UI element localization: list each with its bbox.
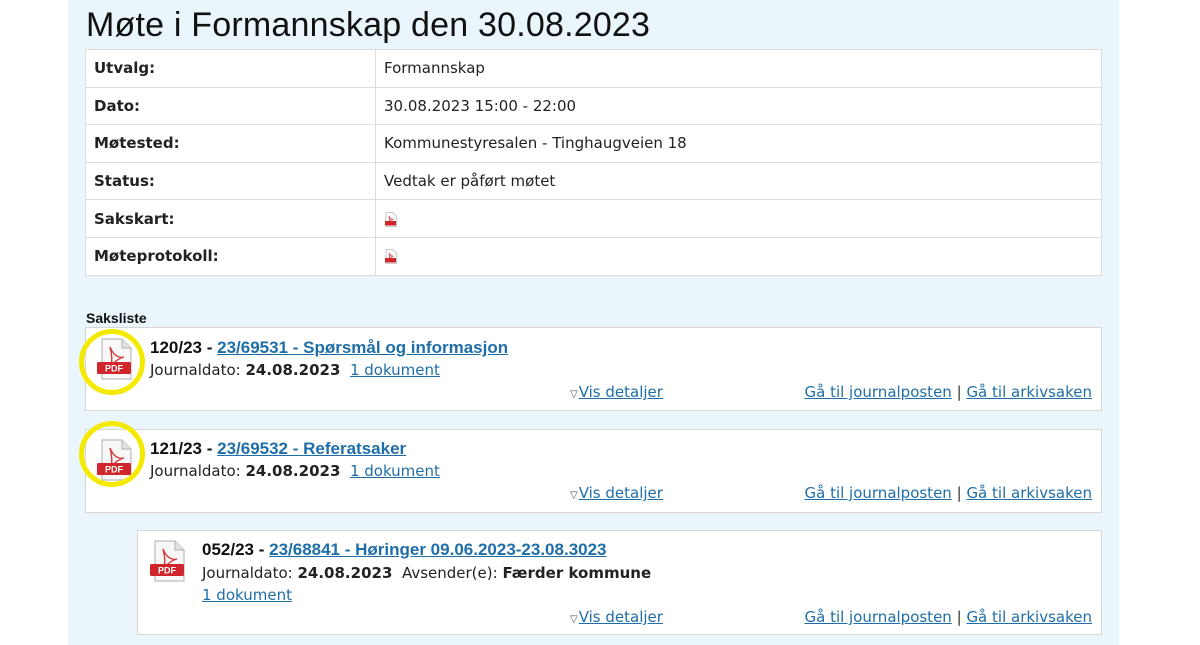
link-separator: | [956, 608, 962, 626]
case-meta: Journaldato: 24.08.2023 1 dokument [150, 361, 440, 379]
info-label: Møtested: [85, 124, 376, 163]
case-dash: - [202, 338, 218, 357]
archive-case-link[interactable]: Gå til arkivsaken [966, 383, 1092, 401]
pdf-label: PDF [105, 364, 124, 374]
case-dash: - [202, 439, 218, 458]
sender-label: Avsender(e): [401, 564, 498, 582]
link-separator: | [956, 484, 962, 502]
info-value: Formannskap [375, 49, 1102, 88]
journal-label: Journaldato: [150, 361, 241, 379]
meeting-info-table: Utvalg: Formannskap Dato: 30.08.2023 15:… [85, 49, 1102, 276]
sender-value: Færder kommune [502, 564, 652, 582]
pdf-label: PDF [105, 465, 124, 475]
journal-date: 24.08.2023 [245, 462, 341, 480]
case-number: 052/23 [202, 540, 254, 559]
pdf-icon[interactable]: PDF [149, 540, 187, 582]
case-dash: - [254, 540, 270, 559]
info-label: Status: [85, 161, 376, 201]
case-number: 120/23 [150, 338, 202, 357]
table-row: Sakskart: [85, 199, 1102, 238]
triangle-down-icon: ▽ [570, 389, 578, 400]
journal-post-link[interactable]: Gå til journalposten [804, 484, 951, 502]
documents-link[interactable]: 1 dokument [202, 586, 292, 604]
info-label: Sakskart: [85, 199, 376, 238]
table-row: Møtested: Kommunestyresalen - Tinghaugve… [85, 124, 1102, 163]
documents-link[interactable]: 1 dokument [350, 361, 440, 379]
case-number: 121/23 [150, 439, 202, 458]
info-label: Utvalg: [85, 49, 376, 88]
link-separator: | [956, 383, 962, 401]
documents-link[interactable]: 1 dokument [350, 462, 440, 480]
case-heading: 120/23 - 23/69531 - Spørsmål og informas… [150, 338, 508, 358]
journal-post-link[interactable]: Gå til journalposten [804, 608, 951, 626]
pdf-icon[interactable]: PDF [96, 439, 134, 481]
details-link[interactable]: Vis detaljer [579, 608, 663, 626]
case-link[interactable]: 23/69531 - Spørsmål og informasjon [217, 338, 508, 357]
case-documents: 1 dokument [202, 586, 292, 604]
info-value [375, 236, 1102, 276]
case-item: PDF 121/23 - 23/69532 - Referatsaker Jou… [85, 429, 1102, 513]
case-link[interactable]: 23/68841 - Høringer 09.06.2023-23.08.302… [269, 540, 606, 559]
journal-label: Journaldato: [202, 564, 293, 582]
saksliste-heading: Saksliste [86, 310, 147, 326]
table-row: Dato: 30.08.2023 15:00 - 22:00 [85, 86, 1102, 126]
info-label: Dato: [85, 86, 376, 126]
table-row: Utvalg: Formannskap [85, 49, 1102, 88]
details-toggle[interactable]: ▽Vis detaljer [570, 608, 663, 626]
case-item: PDF 120/23 - 23/69531 - Spørsmål og info… [85, 327, 1102, 411]
archive-case-link[interactable]: Gå til arkivsaken [966, 484, 1092, 502]
info-label: Møteprotokoll: [85, 236, 376, 276]
case-links: Gå til journalposten | Gå til arkivsaken [804, 608, 1092, 626]
info-value: Vedtak er påført møtet [375, 161, 1102, 201]
pdf-label: PDF [158, 566, 177, 576]
case-links: Gå til journalposten | Gå til arkivsaken [804, 383, 1092, 401]
moteprotokoll-pdf-icon[interactable] [384, 249, 398, 265]
case-link[interactable]: 23/69532 - Referatsaker [217, 439, 406, 458]
archive-case-link[interactable]: Gå til arkivsaken [966, 608, 1092, 626]
triangle-down-icon: ▽ [570, 614, 578, 625]
journal-post-link[interactable]: Gå til journalposten [804, 383, 951, 401]
details-toggle[interactable]: ▽Vis detaljer [570, 484, 663, 502]
page-title: Møte i Formannskap den 30.08.2023 [86, 6, 651, 44]
case-heading: 052/23 - 23/68841 - Høringer 09.06.2023-… [202, 540, 607, 560]
sakskart-pdf-icon[interactable] [384, 211, 398, 227]
case-item: PDF 052/23 - 23/68841 - Høringer 09.06.2… [137, 530, 1102, 635]
info-value: Kommunestyresalen - Tinghaugveien 18 [375, 124, 1102, 163]
table-row: Møteprotokoll: [85, 236, 1102, 276]
info-value [375, 199, 1102, 238]
info-value: 30.08.2023 15:00 - 22:00 [375, 86, 1102, 126]
case-meta: Journaldato: 24.08.2023 Avsender(e): Fær… [202, 564, 651, 582]
case-links: Gå til journalposten | Gå til arkivsaken [804, 484, 1092, 502]
journal-date: 24.08.2023 [297, 564, 393, 582]
triangle-down-icon: ▽ [570, 490, 578, 501]
details-link[interactable]: Vis detaljer [579, 484, 663, 502]
pdf-icon[interactable]: PDF [96, 338, 134, 380]
case-heading: 121/23 - 23/69532 - Referatsaker [150, 439, 406, 459]
journal-date: 24.08.2023 [245, 361, 341, 379]
details-link[interactable]: Vis detaljer [579, 383, 663, 401]
table-row: Status: Vedtak er påført møtet [85, 161, 1102, 201]
case-meta: Journaldato: 24.08.2023 1 dokument [150, 462, 440, 480]
journal-label: Journaldato: [150, 462, 241, 480]
details-toggle[interactable]: ▽Vis detaljer [570, 383, 663, 401]
